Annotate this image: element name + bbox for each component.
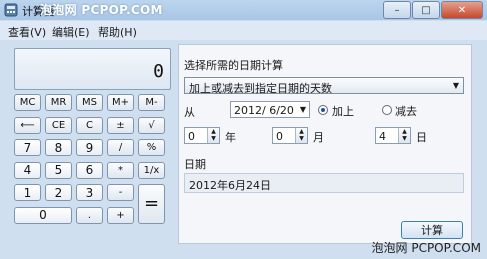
- close-button[interactable]: ✕: [441, 1, 483, 19]
- days-label: 日: [416, 131, 427, 144]
- result-field: 2012年6月24日: [184, 173, 464, 193]
- chevron-down-icon: ▼: [299, 105, 306, 114]
- digit-6-button[interactable]: 6: [76, 161, 103, 179]
- digit-1-button[interactable]: 1: [14, 184, 41, 201]
- mc-button[interactable]: MC: [14, 94, 41, 111]
- digit-2-button[interactable]: 2: [45, 184, 72, 201]
- m-plus-button[interactable]: M+: [107, 94, 134, 111]
- equals-button[interactable]: =: [138, 184, 165, 224]
- decimal-button[interactable]: .: [76, 206, 103, 224]
- calculator-display: 0: [14, 48, 171, 90]
- spin-arrows-icon[interactable]: ▲ ▼: [295, 128, 307, 143]
- watermark-bottom: 泡泡网 PCPOP.COM: [371, 241, 481, 255]
- clear-button[interactable]: C: [76, 116, 103, 134]
- display-value: 0: [153, 61, 164, 82]
- digit-5-button[interactable]: 5: [45, 161, 72, 179]
- divide-button[interactable]: /: [107, 139, 134, 156]
- spin-arrows-icon[interactable]: ▲ ▼: [398, 128, 410, 143]
- add-button[interactable]: +: [107, 206, 134, 224]
- months-label: 月: [313, 131, 324, 144]
- digit-3-button[interactable]: 3: [76, 184, 103, 201]
- window-controls: – □ ✕: [382, 1, 483, 19]
- result-value: 2012年6月24日: [189, 179, 271, 192]
- days-value: 4: [379, 130, 386, 143]
- calculate-button[interactable]: 计算: [401, 221, 463, 239]
- years-stepper[interactable]: 0 ▲ ▼: [184, 127, 220, 144]
- mr-button[interactable]: MR: [45, 94, 72, 111]
- menu-bar: 查看(V) 编辑(E) 帮助(H): [0, 21, 487, 40]
- calc-mode-dropdown[interactable]: 加上或减去到指定日期的天数 ▼: [184, 77, 464, 95]
- from-date-value: 2012/ 6/20: [234, 104, 294, 117]
- add-radio-label: 加上: [332, 105, 354, 118]
- menu-edit[interactable]: 编辑(E): [52, 24, 90, 40]
- digit-9-button[interactable]: 9: [76, 139, 103, 156]
- multiply-button[interactable]: *: [107, 161, 134, 179]
- months-stepper[interactable]: 0 ▲ ▼: [272, 127, 308, 144]
- months-value: 0: [276, 130, 283, 143]
- calculator-app-icon: [4, 3, 18, 17]
- m-minus-button[interactable]: M-: [138, 94, 165, 111]
- date-calc-heading: 选择所需的日期计算: [184, 59, 283, 72]
- calc-mode-selected: 加上或减去到指定日期的天数: [189, 82, 332, 95]
- watermark-top: 泡泡网 PCPOP.COM: [40, 3, 163, 17]
- digit-4-button[interactable]: 4: [14, 161, 41, 179]
- negate-button[interactable]: ±: [107, 116, 134, 134]
- subtract-radio-label: 减去: [395, 105, 417, 118]
- add-radio[interactable]: [318, 105, 328, 115]
- digit-8-button[interactable]: 8: [45, 139, 72, 156]
- spin-arrows-icon[interactable]: ▲ ▼: [207, 128, 219, 143]
- years-value: 0: [188, 130, 195, 143]
- subtract-button[interactable]: -: [107, 184, 134, 201]
- ce-button[interactable]: CE: [45, 116, 72, 134]
- digit-7-button[interactable]: 7: [14, 139, 41, 156]
- menu-view[interactable]: 查看(V): [8, 24, 46, 40]
- from-label: 从: [184, 106, 195, 119]
- from-date-picker[interactable]: 2012/ 6/20 ▼: [230, 101, 310, 118]
- digit-0-button[interactable]: 0: [14, 206, 72, 224]
- ms-button[interactable]: MS: [76, 94, 103, 111]
- minimize-button[interactable]: –: [383, 1, 411, 19]
- chevron-down-icon: ▼: [452, 81, 459, 90]
- title-bar: 计算器 泡泡网 PCPOP.COM – □ ✕: [0, 0, 487, 20]
- years-label: 年: [225, 131, 236, 144]
- percent-button[interactable]: %: [138, 139, 165, 156]
- menu-help[interactable]: 帮助(H): [98, 24, 137, 40]
- maximize-button[interactable]: □: [412, 1, 440, 19]
- subtract-radio[interactable]: [382, 105, 392, 115]
- date-calculation-pane: 选择所需的日期计算 加上或减去到指定日期的天数 ▼ 从 2012/ 6/20 ▼…: [178, 44, 472, 244]
- backspace-button[interactable]: ⟵: [14, 116, 41, 134]
- days-stepper[interactable]: 4 ▲ ▼: [375, 127, 411, 144]
- reciprocal-button[interactable]: 1/x: [138, 161, 165, 179]
- calculator-pane: 0 MC MR MS M+ M- ⟵ CE C ± √ 7 8 9/% 4 5 6 * 1/x 1 2 3- = 0. +: [6, 42, 174, 248]
- result-label: 日期: [184, 158, 206, 171]
- sqrt-button[interactable]: √: [138, 116, 165, 134]
